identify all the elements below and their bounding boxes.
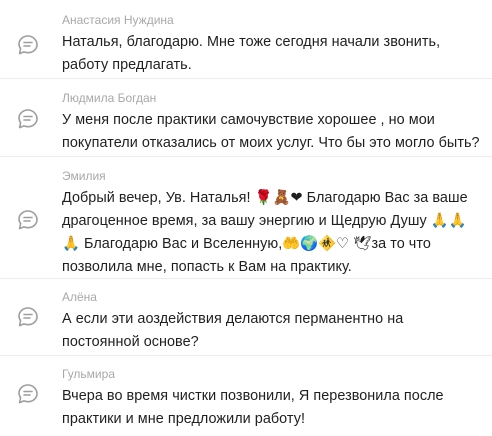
comment-icon[interactable] xyxy=(17,383,39,405)
comment-icon[interactable] xyxy=(17,209,39,231)
comment-text: Вчера во время чистки позвонили, Я перез… xyxy=(62,388,444,427)
comment-item: Анастасия Нуждина Наталья, благодарю. Мн… xyxy=(0,0,492,79)
comment-author: Анастасия Нуждина xyxy=(62,13,174,27)
comment-text: У меня после практики самочувствие хорош… xyxy=(62,112,480,151)
comment-list: Анастасия Нуждина Наталья, благодарю. Мн… xyxy=(0,0,492,436)
comment-item: Эмилия Добрый вечер, Ув. Наталья! 🌹🧸❤ Бл… xyxy=(0,157,492,279)
comment-author: Гульмира xyxy=(62,367,115,381)
comment-icon[interactable] xyxy=(17,108,39,130)
comment-text: А если эти аоздействия делаются перманен… xyxy=(62,311,404,350)
comment-item: Гульмира Вчера во время чистки позвонили… xyxy=(0,356,492,436)
comment-icon[interactable] xyxy=(17,306,39,328)
comment-text: Наталья, благодарю. Мне тоже сегодня нач… xyxy=(62,34,441,73)
comment-text: Добрый вечер, Ув. Наталья! 🌹🧸❤ Благодарю… xyxy=(62,190,468,275)
comment-author: Людмила Богдан xyxy=(62,91,157,105)
comment-item: Алёна А если эти аоздействия делаются пе… xyxy=(0,279,492,356)
comment-item: Людмила Богдан У меня после практики сам… xyxy=(0,79,492,157)
comment-author: Алёна xyxy=(62,290,97,304)
comment-author: Эмилия xyxy=(62,169,106,183)
comment-icon[interactable] xyxy=(17,34,39,56)
